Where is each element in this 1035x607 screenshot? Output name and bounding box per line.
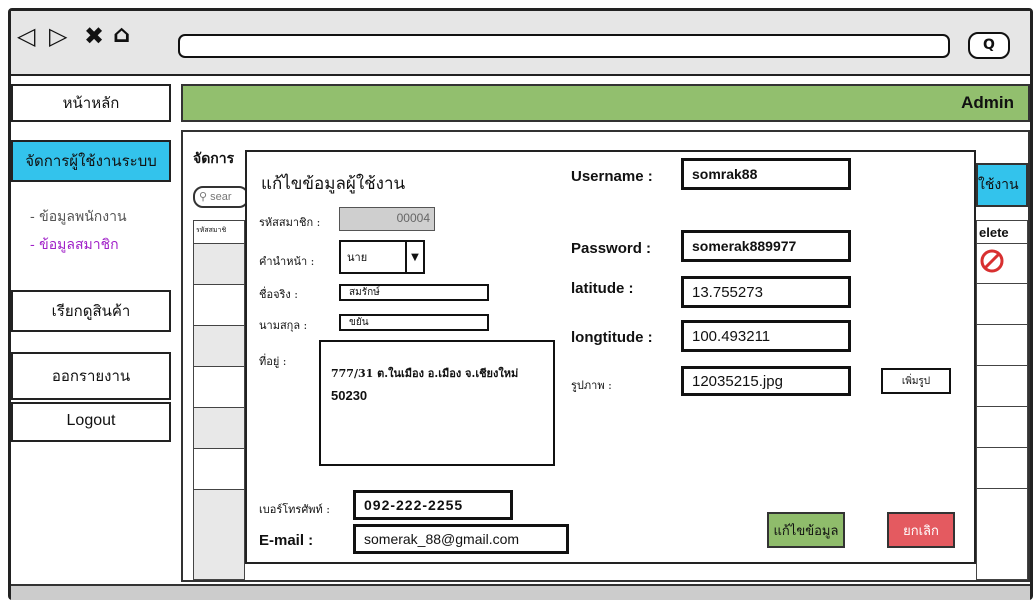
save-button-label: แก้ไขข้อมูล <box>773 523 839 539</box>
phone-label: เบอร์โทรศัพท์ : <box>259 503 331 516</box>
prefix-select[interactable]: นาย ▼ <box>339 240 425 274</box>
column-header: รหัสสมาชิ <box>194 221 244 243</box>
email-label: E-mail : <box>259 532 314 549</box>
sidebar-item-logout[interactable]: Logout <box>11 402 171 442</box>
prefix-label: คำนำหน้า : <box>259 255 315 268</box>
table-row <box>194 489 244 530</box>
address-line-2: 50230 <box>331 388 368 403</box>
search-input[interactable]: ⚲ sear <box>193 186 249 208</box>
dialog-title: แก้ไขข้อมูลผู้ใช้งาน <box>261 174 406 194</box>
address-textarea[interactable]: 777/31 ต.ในเมือง อ.เมือง จ.เชียงใหม่ 502… <box>319 340 555 466</box>
firstname-input[interactable]: สมรักษ์ <box>339 284 489 301</box>
table-row <box>977 283 1027 324</box>
firstname-label: ชื่อจริง : <box>259 288 298 301</box>
add-photo-label: เพิ่มรูป <box>901 375 931 387</box>
admin-label: Admin <box>961 93 1014 112</box>
photo-filename-input[interactable]: 12035215.jpg <box>681 366 851 396</box>
back-icon[interactable]: ◁ <box>17 24 35 48</box>
member-id-label: รหัสสมาชิก : <box>259 216 321 229</box>
username-input[interactable]: somrak88 <box>681 158 851 190</box>
delete-icon[interactable] <box>979 248 1005 274</box>
username-label: Username : <box>571 168 653 185</box>
chevron-down-icon[interactable]: ▼ <box>405 242 423 272</box>
close-icon[interactable]: ✖ <box>84 24 104 48</box>
table-row <box>194 407 244 448</box>
photo-label: รูปภาพ : <box>571 379 612 392</box>
longitude-label: longtitude : <box>571 329 653 346</box>
table-row <box>977 365 1027 406</box>
address-line-1: 777/31 ต.ในเมือง อ.เมือง จ.เชียงใหม่ <box>331 367 519 380</box>
password-input[interactable]: somerak889977 <box>681 230 851 262</box>
longitude-input[interactable]: 100.493211 <box>681 320 851 352</box>
search-placeholder: sear <box>210 191 232 203</box>
status-bar <box>11 584 1030 600</box>
table-left-column: รหัสสมาชิ <box>193 220 245 580</box>
sidebar-item-label: หน้าหลัก <box>62 94 120 112</box>
table-row <box>977 447 1027 488</box>
password-label: Password : <box>571 240 652 257</box>
member-id-field: 00004 <box>339 207 435 231</box>
lastname-input[interactable]: ขยัน <box>339 314 489 331</box>
search-icon: ⚲ <box>199 191 211 203</box>
sidebar-item-home[interactable]: หน้าหลัก <box>11 84 171 122</box>
latitude-label: latitude : <box>571 280 634 297</box>
table-row <box>194 325 244 366</box>
table-row <box>977 324 1027 365</box>
page-title: จัดการ <box>193 151 235 167</box>
sidebar-subitem-member[interactable]: - ข้อมูลสมาชิก <box>30 234 119 256</box>
cancel-button-label: ยกเลิก <box>903 523 939 539</box>
cancel-button[interactable]: ยกเลิก <box>887 512 955 548</box>
sidebar-item-label: จัดการผู้ใช้งานระบบ <box>25 152 157 170</box>
add-user-label: ใช้งาน <box>978 177 1019 193</box>
table-row <box>194 284 244 325</box>
latitude-input[interactable]: 13.755273 <box>681 276 851 308</box>
sidebar-item-report[interactable]: ออกรายงาน <box>11 352 171 400</box>
table-row <box>194 366 244 407</box>
sidebar-item-products[interactable]: เรียกดูสินค้า <box>11 290 171 332</box>
table-right-column: elete <box>976 220 1028 580</box>
sidebar-item-label: ออกรายงาน <box>51 367 131 385</box>
lastname-label: นามสกุล : <box>259 319 308 332</box>
table-row <box>977 243 1027 283</box>
sidebar-item-label: Logout <box>66 412 116 429</box>
sidebar-item-manage-users[interactable]: จัดการผู้ใช้งานระบบ <box>11 140 171 182</box>
table-row <box>977 488 1027 529</box>
add-photo-button[interactable]: เพิ่มรูป <box>881 368 951 394</box>
email-input[interactable]: somerak_88@gmail.com <box>353 524 569 554</box>
sidebar-item-label: เรียกดูสินค้า <box>51 302 131 320</box>
home-icon[interactable]: ⌂ <box>113 22 130 46</box>
address-bar[interactable] <box>178 34 950 58</box>
search-icon[interactable]: Q <box>968 32 1010 59</box>
edit-user-dialog: แก้ไขข้อมูลผู้ใช้งาน รหัสสมาชิก : 00004 … <box>245 150 976 564</box>
prefix-selected-value: นาย <box>347 251 368 264</box>
save-button[interactable]: แก้ไขข้อมูล <box>767 512 845 548</box>
forward-icon[interactable]: ▷ <box>49 24 67 48</box>
delete-column-header: elete <box>979 225 1009 240</box>
address-label: ที่อยู่ : <box>259 355 287 368</box>
sidebar-subitem-employee[interactable]: - ข้อมูลพนักงาน <box>30 206 127 228</box>
table-row <box>977 406 1027 447</box>
add-user-button[interactable]: ใช้งาน <box>976 163 1028 207</box>
header-bar: Admin <box>181 84 1030 122</box>
table-row <box>194 448 244 489</box>
table-row <box>194 243 244 284</box>
phone-input[interactable]: 092-222-2255 <box>353 490 513 520</box>
